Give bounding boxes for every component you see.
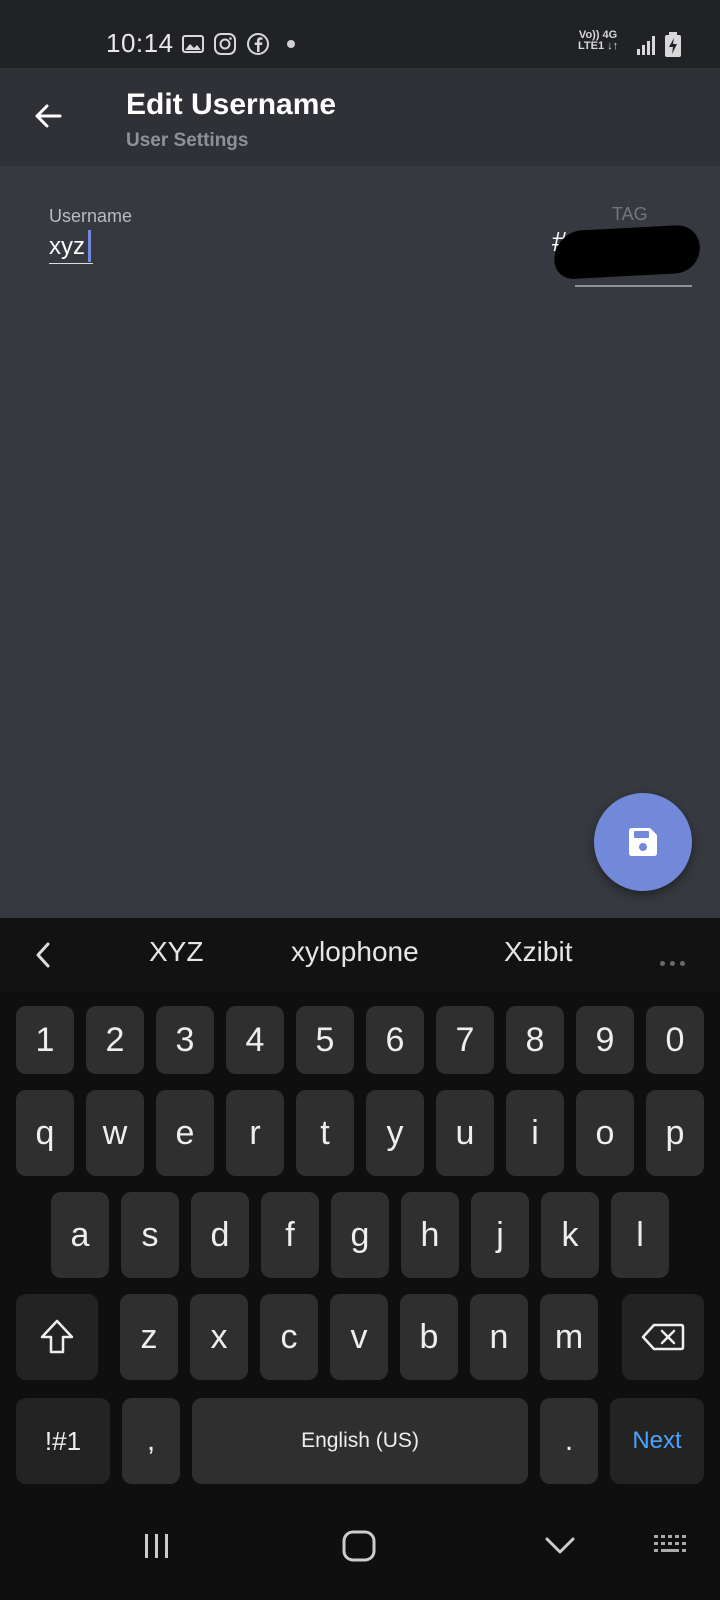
floppy-disk-icon: [629, 828, 657, 856]
tag-label: TAG: [612, 204, 648, 224]
key-letter[interactable]: g: [331, 1192, 389, 1278]
key-number[interactable]: 7: [436, 1006, 494, 1074]
page-subtitle: User Settings: [126, 130, 249, 151]
more-options-icon[interactable]: [660, 953, 690, 971]
key-letter[interactable]: d: [191, 1192, 249, 1278]
key-letter[interactable]: c: [260, 1294, 318, 1380]
key-letter[interactable]: o: [576, 1090, 634, 1176]
key-letter[interactable]: n: [470, 1294, 528, 1380]
battery-charging-icon: [665, 32, 681, 57]
system-nav-bar: [0, 1510, 720, 1600]
symbols-key[interactable]: !#1: [16, 1398, 110, 1484]
backspace-icon: [641, 1323, 685, 1351]
key-letter[interactable]: l: [611, 1192, 669, 1278]
recent-apps-icon[interactable]: [140, 1530, 174, 1562]
keyboard-switch-icon[interactable]: [652, 1532, 692, 1560]
key-number[interactable]: 9: [576, 1006, 634, 1074]
key-letter[interactable]: q: [16, 1090, 74, 1176]
username-input[interactable]: [49, 230, 93, 264]
text-caret: [88, 230, 91, 262]
key-number[interactable]: 1: [16, 1006, 74, 1074]
key-letter[interactable]: b: [400, 1294, 458, 1380]
key-number[interactable]: 6: [366, 1006, 424, 1074]
suggestion-item[interactable]: Xzibit: [504, 936, 572, 968]
home-icon[interactable]: [340, 1528, 378, 1564]
key-letter[interactable]: r: [226, 1090, 284, 1176]
key-letter[interactable]: v: [330, 1294, 388, 1380]
key-letter[interactable]: y: [366, 1090, 424, 1176]
key-letter[interactable]: e: [156, 1090, 214, 1176]
key-letter[interactable]: w: [86, 1090, 144, 1176]
tag-underline: [575, 285, 692, 287]
chevron-down-icon[interactable]: [542, 1532, 578, 1560]
key-letter[interactable]: p: [646, 1090, 704, 1176]
instagram-icon: [214, 33, 236, 55]
suggestion-bar: XYZ xylophone Xzibit: [0, 918, 720, 992]
save-button[interactable]: [594, 793, 692, 891]
key-number[interactable]: 3: [156, 1006, 214, 1074]
status-bar: 10:14 Vo)) 4G LTE1 ↓↑: [0, 0, 720, 68]
backspace-key[interactable]: [622, 1294, 704, 1380]
status-time: 10:14: [106, 28, 174, 58]
shift-arrow-icon: [40, 1319, 74, 1354]
next-key[interactable]: Next: [610, 1398, 704, 1484]
facebook-icon: [247, 33, 269, 55]
app-bar: Edit Username User Settings: [0, 68, 720, 166]
username-label: Username: [49, 206, 133, 226]
period-key[interactable]: .: [540, 1398, 598, 1484]
key-letter[interactable]: f: [261, 1192, 319, 1278]
signal-icon: [637, 36, 655, 55]
key-letter[interactable]: m: [540, 1294, 598, 1380]
key-letter[interactable]: h: [401, 1192, 459, 1278]
key-letter[interactable]: a: [51, 1192, 109, 1278]
key-letter[interactable]: j: [471, 1192, 529, 1278]
back-arrow-icon[interactable]: [30, 98, 66, 134]
suggestion-item[interactable]: xylophone: [291, 936, 419, 968]
key-letter[interactable]: u: [436, 1090, 494, 1176]
key-number[interactable]: 2: [86, 1006, 144, 1074]
gallery-icon: [182, 35, 204, 53]
key-letter[interactable]: i: [506, 1090, 564, 1176]
comma-key[interactable]: ,: [122, 1398, 180, 1484]
tag-redaction: [552, 224, 702, 280]
key-number[interactable]: 0: [646, 1006, 704, 1074]
key-letter[interactable]: x: [190, 1294, 248, 1380]
suggestion-item[interactable]: XYZ: [149, 936, 203, 968]
keyboard: XYZ xylophone Xzibit 1 2 3 4 5 6 7 8 9 0…: [0, 918, 720, 1600]
page-title: Edit Username: [126, 88, 337, 121]
network-indicator: Vo)) 4G LTE1 ↓↑: [578, 29, 619, 52]
chevron-left-icon[interactable]: [28, 938, 58, 972]
key-number[interactable]: 4: [226, 1006, 284, 1074]
key-number[interactable]: 8: [506, 1006, 564, 1074]
key-letter[interactable]: t: [296, 1090, 354, 1176]
shift-key[interactable]: [16, 1294, 98, 1380]
key-number[interactable]: 5: [296, 1006, 354, 1074]
notification-dot: [287, 40, 295, 48]
space-key[interactable]: English (US): [192, 1398, 528, 1484]
edit-username-form: Username TAG #: [0, 166, 720, 918]
key-letter[interactable]: k: [541, 1192, 599, 1278]
key-letter[interactable]: z: [120, 1294, 178, 1380]
key-letter[interactable]: s: [121, 1192, 179, 1278]
